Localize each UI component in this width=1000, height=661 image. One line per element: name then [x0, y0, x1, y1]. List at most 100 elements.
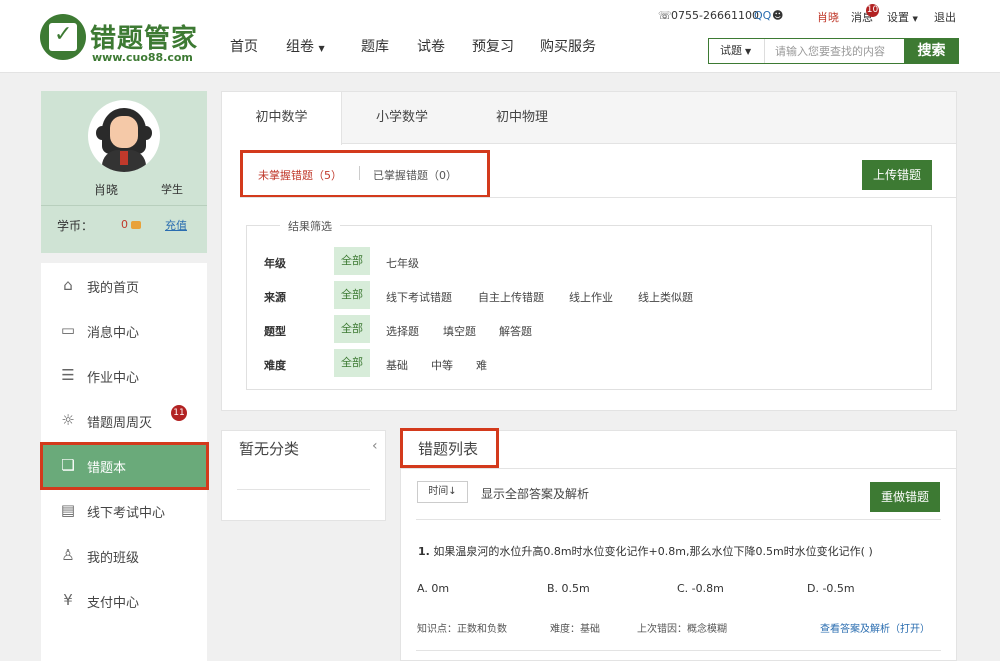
chevron-down-icon: ▼: [912, 15, 918, 23]
message-icon: ▭: [60, 321, 76, 339]
nav-question-bank[interactable]: 题库: [361, 36, 389, 56]
filter-option[interactable]: 中等: [431, 357, 453, 373]
question-body: 如果温泉河的水位升高0.8m时水位变化记作+0.8m,那么水位下降0.5m时水位…: [433, 545, 873, 558]
divider: [240, 197, 956, 198]
profile-role: 学生: [161, 183, 183, 196]
chevron-down-icon: ▼: [745, 47, 752, 56]
nav-compose[interactable]: 组卷 ▼: [286, 36, 325, 56]
sort-by-time-button[interactable]: 时间↓: [417, 481, 468, 503]
sidebar-item-label: 支付中心: [87, 596, 140, 611]
sidebar-item-messages[interactable]: ▭ 消息中心: [41, 308, 207, 353]
settings-menu[interactable]: 设置 ▼: [887, 9, 918, 25]
highlight-box: [40, 442, 209, 490]
filter-option[interactable]: 选择题: [386, 323, 419, 339]
question-number: 1.: [418, 545, 430, 558]
sidebar-item-payment[interactable]: ¥ 支付中心: [41, 578, 207, 623]
highlight-box: [400, 428, 499, 468]
filter-source-all[interactable]: 全部: [334, 281, 370, 309]
yen-icon: ¥: [63, 591, 73, 609]
filter-grade-all[interactable]: 全部: [334, 247, 370, 275]
recharge-link[interactable]: 充值: [165, 217, 187, 233]
sidebar-item-label: 我的首页: [87, 281, 140, 296]
filter-option[interactable]: 线上类似题: [638, 289, 693, 305]
nav-review[interactable]: 预复习: [472, 36, 514, 56]
sidebar-item-my-class[interactable]: ♙ 我的班级: [41, 533, 207, 578]
filter-label-type: 题型: [264, 325, 286, 338]
divider: [400, 468, 957, 469]
divider: [237, 489, 370, 490]
divider: [41, 205, 207, 206]
question-text: 1. 如果温泉河的水位升高0.8m时水位变化记作+0.8m,那么水位下降0.5m…: [418, 543, 873, 559]
tab-junior-math[interactable]: 初中数学: [222, 92, 342, 145]
chevron-left-icon[interactable]: ‹: [372, 438, 378, 454]
filter-label-difficulty: 难度: [264, 359, 286, 372]
logout-link[interactable]: 退出: [934, 9, 956, 25]
sidebar-item-label: 消息中心: [87, 326, 140, 341]
sidebar-item-label: 错题周周灭: [87, 416, 153, 431]
knowledge-point: 知识点：正数和负数: [417, 624, 507, 635]
view-answer-link[interactable]: 查看答案及解析（打开）: [820, 620, 930, 635]
nav-home[interactable]: 首页: [230, 36, 258, 56]
filter-label-grade: 年级: [264, 257, 286, 270]
question-option: B. 0.5m: [547, 582, 590, 595]
coin-label: 学币：: [57, 219, 94, 233]
sidebar-item-label: 我的班级: [87, 551, 140, 566]
filter-difficulty-all[interactable]: 全部: [334, 349, 370, 377]
filter-option[interactable]: 七年级: [386, 255, 419, 271]
nav-purchase[interactable]: 购买服务: [540, 36, 596, 56]
divider: [416, 650, 941, 651]
notification-badge: 11: [171, 405, 187, 421]
filter-option[interactable]: 基础: [386, 357, 408, 373]
filter-label-source: 来源: [264, 291, 286, 304]
sidebar-item-label: 作业中心: [87, 371, 140, 386]
filter-option[interactable]: 填空题: [443, 323, 476, 339]
filter-type-all[interactable]: 全部: [334, 315, 370, 343]
filter-option[interactable]: 解答题: [499, 323, 532, 339]
filter-option[interactable]: 线下考试错题: [386, 289, 452, 305]
chevron-down-icon: ▼: [318, 44, 325, 53]
question-option: C. -0.8m: [677, 582, 724, 595]
avatar[interactable]: [88, 100, 160, 172]
phone-icon: ☏: [658, 9, 672, 22]
sidebar-item-weekly-mistakes[interactable]: ☼ 错题周周灭 11: [41, 398, 207, 443]
site-logo[interactable]: ✓ 错题管家 www.cuo88.com: [40, 14, 200, 64]
class-icon: ♙: [61, 546, 75, 564]
site-header: ✓ 错题管家 www.cuo88.com 首页 组卷 ▼ 题库 试卷 预复习 购…: [0, 0, 1000, 73]
logo-url: www.cuo88.com: [92, 51, 193, 64]
sidebar-item-offline-exams[interactable]: ▤ 线下考试中心: [41, 488, 207, 533]
qq-link[interactable]: QQ: [754, 9, 771, 22]
home-icon: ⌂: [63, 276, 73, 294]
homework-icon: ☰: [61, 366, 75, 384]
search-button[interactable]: 搜索: [904, 38, 959, 64]
difficulty-label: 难度：基础: [550, 624, 600, 635]
coin-value: 0: [121, 218, 128, 231]
exam-icon: ▤: [60, 501, 76, 519]
search-input[interactable]: [767, 39, 903, 63]
tab-primary-math[interactable]: 小学数学: [342, 92, 462, 144]
show-all-answers-toggle[interactable]: 显示全部答案及解析: [481, 485, 589, 502]
nav-papers[interactable]: 试卷: [417, 36, 445, 56]
divider: [416, 519, 941, 520]
sidebar-item-homework[interactable]: ☰ 作业中心: [41, 353, 207, 398]
upload-mistake-button[interactable]: 上传错题: [862, 160, 932, 190]
sidebar-item-label: 线下考试中心: [87, 506, 166, 521]
profile-card: 肖晓 学生 学币： 0 充值: [41, 91, 207, 253]
filter-option[interactable]: 线上作业: [569, 289, 613, 305]
logo-check-icon: ✓: [40, 14, 86, 60]
category-title: 暂无分类: [239, 440, 300, 458]
messages-count-badge: 10: [866, 4, 879, 17]
logo-title: 错题管家: [90, 24, 199, 54]
question-option: A. 0m: [417, 582, 450, 595]
tab-junior-physics[interactable]: 初中物理: [462, 92, 582, 144]
filter-option[interactable]: 难: [476, 357, 487, 373]
bulb-icon: ☼: [61, 411, 75, 429]
user-name-link[interactable]: 肖晓: [817, 9, 839, 25]
search-scope-select[interactable]: 试题 ▼: [709, 39, 765, 63]
redo-mistakes-button[interactable]: 重做错题: [870, 482, 940, 512]
subject-tabs: 初中数学 小学数学 初中物理: [222, 92, 956, 145]
question-option: D. -0.5m: [807, 582, 855, 595]
sidebar-item-home[interactable]: ⌂ 我的首页: [41, 263, 207, 308]
coin-icon: [131, 221, 141, 229]
last-error-reason: 上次错因：概念模糊: [637, 624, 727, 635]
filter-option[interactable]: 自主上传错题: [478, 289, 544, 305]
